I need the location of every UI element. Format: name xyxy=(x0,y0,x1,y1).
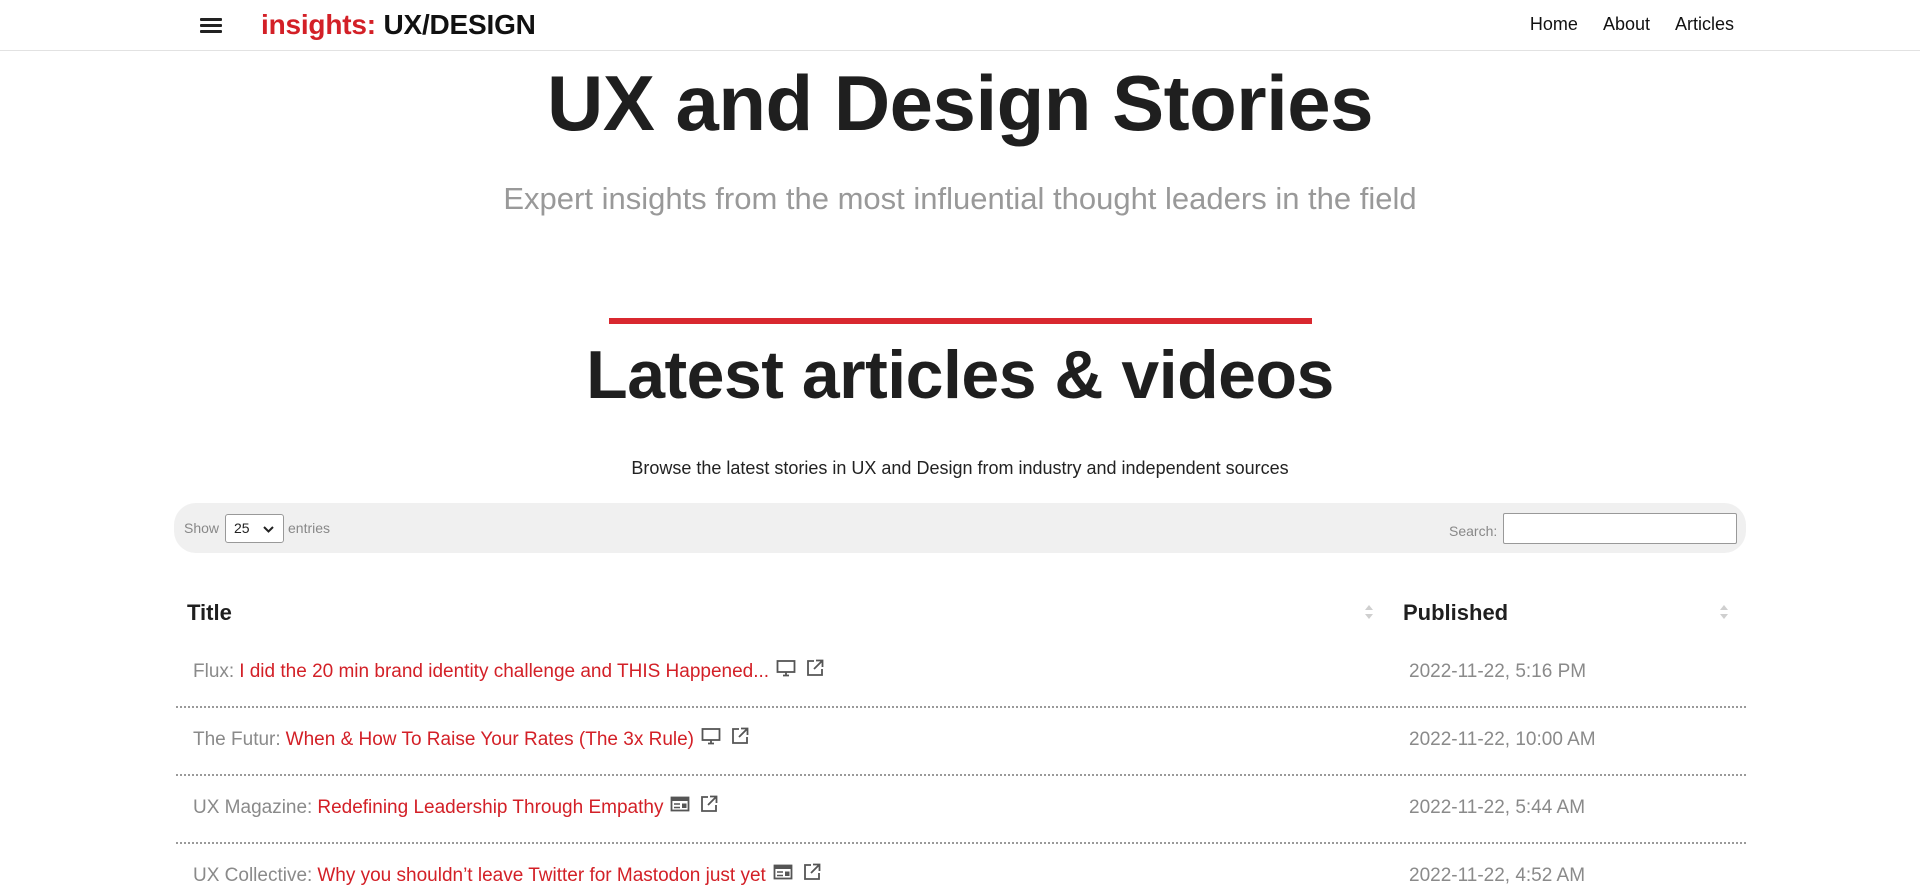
table-row: UX Magazine: Redefining Leadership Throu… xyxy=(176,776,1746,844)
table-controls: Show 25 entries Search: xyxy=(174,503,1746,553)
article-link[interactable]: Why you shouldn’t leave Twitter for Mast… xyxy=(317,865,765,887)
search-label: Search: xyxy=(1449,523,1498,539)
article-link[interactable]: Redefining Leadership Through Empathy xyxy=(317,797,663,819)
hamburger-menu-icon[interactable] xyxy=(199,15,223,35)
show-label: Show xyxy=(184,520,220,536)
hero-subtitle: Expert insights from the most influentia… xyxy=(503,181,1417,216)
row-published-date: 2022-11-22, 4:52 AM xyxy=(1409,865,1586,886)
search-input[interactable] xyxy=(1503,513,1737,544)
row-source: The Futur: xyxy=(193,729,281,750)
row-title-cell: UX Magazine: Redefining Leadership Throu… xyxy=(193,795,719,819)
video-icon xyxy=(776,660,796,677)
section-description: Browse the latest stories in UX and Desi… xyxy=(631,458,1289,478)
article-link[interactable]: When & How To Raise Your Rates (The 3x R… xyxy=(286,729,694,751)
row-title-cell: UX Collective: Why you shouldn’t leave T… xyxy=(193,863,822,887)
nav-link-about[interactable]: About xyxy=(1603,14,1650,35)
table-row: The Futur: When & How To Raise Your Rate… xyxy=(176,708,1746,776)
nav-link-articles[interactable]: Articles xyxy=(1675,14,1734,35)
row-source: Flux: xyxy=(193,661,235,682)
sort-icon[interactable] xyxy=(1364,604,1374,622)
chevron-down-icon xyxy=(263,526,274,533)
entries-per-page-select[interactable]: 25 xyxy=(225,514,284,543)
row-published-date: 2022-11-22, 10:00 AM xyxy=(1409,729,1596,750)
article-link[interactable]: I did the 20 min brand identity challeng… xyxy=(239,661,769,683)
video-icon xyxy=(701,728,721,745)
hero-title: UX and Design Stories xyxy=(546,59,1374,147)
article-icon xyxy=(671,796,690,812)
nav-link-home[interactable]: Home xyxy=(1530,14,1578,35)
external-link-icon[interactable] xyxy=(730,727,750,745)
article-icon xyxy=(773,864,793,880)
column-header-title[interactable]: Title xyxy=(187,600,232,626)
nav-links: Home About Articles xyxy=(1530,14,1734,35)
row-title-cell: Flux: I did the 20 min brand identity ch… xyxy=(193,659,825,683)
external-link-icon[interactable] xyxy=(699,795,719,813)
brand-logo[interactable]: insights: UX/DESIGN xyxy=(261,9,536,41)
brand-accent: insights: xyxy=(261,9,376,40)
section-divider xyxy=(609,318,1312,324)
row-title-cell: The Futur: When & How To Raise Your Rate… xyxy=(193,727,750,751)
row-published-date: 2022-11-22, 5:44 AM xyxy=(1409,797,1586,818)
row-published-date: 2022-11-22, 5:16 PM xyxy=(1409,661,1587,682)
external-link-icon[interactable] xyxy=(802,863,822,881)
section-title: Latest articles & videos xyxy=(586,337,1334,413)
sort-icon[interactable] xyxy=(1719,604,1729,622)
top-navbar: insights: UX/DESIGN Home About Articles xyxy=(0,0,1920,51)
table-row: UX Collective: Why you shouldn’t leave T… xyxy=(176,844,1746,892)
table-row: Flux: I did the 20 min brand identity ch… xyxy=(176,640,1746,708)
external-link-icon[interactable] xyxy=(805,659,825,677)
row-source: UX Magazine: xyxy=(193,797,313,818)
row-source: UX Collective: xyxy=(193,865,313,886)
brand-name: UX/DESIGN xyxy=(375,9,536,40)
entries-per-page-value: 25 xyxy=(234,520,250,536)
entries-label: entries xyxy=(288,520,331,536)
column-header-published[interactable]: Published xyxy=(1403,600,1508,626)
